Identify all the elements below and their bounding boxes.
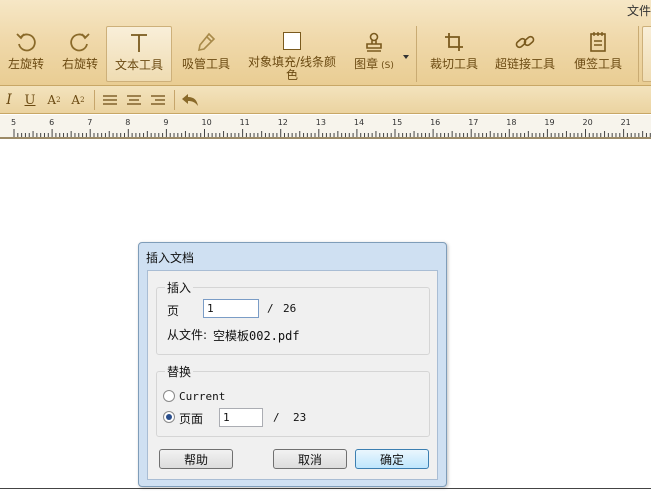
subscript-button[interactable]: A2 [68, 90, 88, 110]
stamp-dropdown-arrow-icon[interactable] [402, 50, 410, 59]
note-icon [586, 30, 610, 54]
app-window: 文件 左旋转 右旋转 文本工具 吸管工具 对象填充/线条颜 色 图章 (S) 裁… [0, 0, 651, 491]
ruler-label: 6 [49, 118, 55, 127]
cancel-button[interactable]: 取消 [273, 449, 347, 469]
note-tool-button[interactable]: 便签工具 [568, 26, 628, 82]
underline-button[interactable]: U [22, 90, 38, 110]
overflow-tool-button[interactable] [642, 26, 651, 82]
fill-color-swatch-icon [280, 30, 304, 52]
replace-total-pages: 23 [293, 411, 307, 424]
ruler-label: 12 [277, 118, 288, 127]
italic-button[interactable]: I [2, 90, 16, 110]
crop-tool-button[interactable]: 裁切工具 [424, 26, 484, 82]
ruler-label: 14 [353, 118, 365, 127]
eyedropper-tool-label: 吸管工具 [181, 57, 230, 71]
format-divider-2 [174, 90, 175, 110]
rotate-right-icon [68, 30, 92, 54]
ruler-label: 9 [163, 118, 169, 127]
replace-current-radio[interactable] [163, 390, 175, 402]
ruler-label: 11 [239, 118, 250, 127]
insert-page-label: 页 [167, 304, 180, 318]
ruler-label: 16 [430, 118, 441, 127]
stamp-label: 图章 [354, 57, 379, 71]
replace-page-radio[interactable] [163, 411, 175, 423]
insert-group-label: 插入 [165, 279, 194, 296]
format-toolbar: I U A2 A2 [0, 86, 651, 114]
eyedropper-tool-button[interactable]: 吸管工具 [178, 26, 234, 82]
rotate-left-label: 左旋转 [7, 57, 44, 71]
crop-icon [442, 30, 466, 54]
ruler-label: 21 [620, 118, 631, 127]
ok-button[interactable]: 确定 [355, 449, 429, 469]
align-right-button[interactable] [148, 90, 168, 110]
replace-group-label: 替换 [165, 363, 194, 380]
text-tool-label: 文本工具 [114, 58, 163, 72]
rotate-left-icon [14, 30, 38, 54]
hyperlink-tool-button[interactable]: 超链接工具 [490, 26, 560, 82]
fill-stroke-color-button[interactable]: 对象填充/线条颜 色 [240, 26, 344, 82]
ruler-label: 13 [315, 118, 326, 127]
link-icon [513, 30, 537, 54]
replace-current-label: Current [179, 390, 226, 403]
insert-page-separator: / [267, 302, 274, 315]
ruler-label: 15 [392, 118, 403, 127]
ruler-label: 18 [506, 118, 517, 127]
insert-page-input[interactable]: 1 [203, 299, 259, 318]
text-tool-icon [127, 31, 151, 55]
align-center-icon [127, 95, 141, 105]
ruler-label: 17 [468, 118, 479, 127]
rotate-left-button[interactable]: 左旋转 [4, 26, 48, 82]
eyedropper-icon [194, 30, 218, 54]
subscript-mark: 2 [80, 96, 85, 104]
undo-button[interactable] [180, 90, 200, 110]
text-tool-button[interactable]: 文本工具 [106, 26, 172, 82]
align-left-icon [103, 95, 117, 105]
rotate-right-label: 右旋转 [61, 57, 98, 71]
replace-page-label: 页面 [179, 412, 204, 426]
toolbar-ribbon: 文件 左旋转 右旋转 文本工具 吸管工具 对象填充/线条颜 色 图章 (S) 裁… [0, 0, 651, 86]
stamp-icon [362, 30, 386, 54]
subscript-base: A [71, 93, 81, 107]
ruler-label: 20 [582, 118, 593, 127]
hyperlink-tool-label: 超链接工具 [494, 57, 555, 71]
dialog-body: 插入 页 1 / 26 从文件: 空模板002.pdf 替换 Current 页… [147, 270, 438, 480]
toolbar-divider-right [638, 26, 639, 82]
help-button[interactable]: 帮助 [159, 449, 233, 469]
superscript-mark: 2 [56, 96, 61, 104]
replace-group: 替换 Current 页面 1 / 23 [156, 363, 430, 437]
ruler-label: 19 [544, 118, 555, 127]
crop-tool-label: 裁切工具 [429, 57, 478, 71]
replace-page-separator: / [273, 411, 280, 424]
insert-total-pages: 26 [283, 302, 297, 315]
toolbar-divider [416, 26, 417, 82]
replace-page-input[interactable]: 1 [219, 408, 263, 427]
horizontal-ruler: 5 6 7 8 9 10 11 12 13 14 15 16 17 18 19 20 21 [0, 115, 651, 139]
fill-stroke-label-line2: 色 [285, 68, 298, 82]
align-left-button[interactable] [100, 90, 120, 110]
note-tool-label: 便签工具 [573, 57, 622, 71]
window-title: 文件 [626, 4, 651, 18]
ruler-label: 8 [125, 118, 131, 127]
ruler-label: 10 [201, 118, 212, 127]
insert-document-dialog: 插入文档 插入 页 1 / 26 从文件: 空模板002.pdf 替换 Curr… [138, 242, 447, 487]
ruler-label: 7 [87, 118, 93, 127]
superscript-base: A [47, 93, 57, 107]
stamp-shortcut: (S) [381, 61, 394, 71]
stamp-button[interactable]: 图章 (S) [350, 26, 398, 82]
align-right-icon [151, 95, 165, 105]
format-divider [94, 90, 95, 110]
dialog-title: 插入文档 [146, 251, 195, 265]
rotate-right-button[interactable]: 右旋转 [58, 26, 102, 82]
undo-icon [182, 94, 198, 106]
align-center-button[interactable] [124, 90, 144, 110]
superscript-button[interactable]: A2 [44, 90, 64, 110]
from-file-label: 从文件: [167, 328, 208, 342]
page-bottom-edge [0, 488, 651, 489]
insert-group: 插入 页 1 / 26 从文件: 空模板002.pdf [156, 279, 430, 355]
ruler-label: 5 [11, 118, 17, 127]
from-file-name: 空模板002.pdf [213, 329, 300, 343]
